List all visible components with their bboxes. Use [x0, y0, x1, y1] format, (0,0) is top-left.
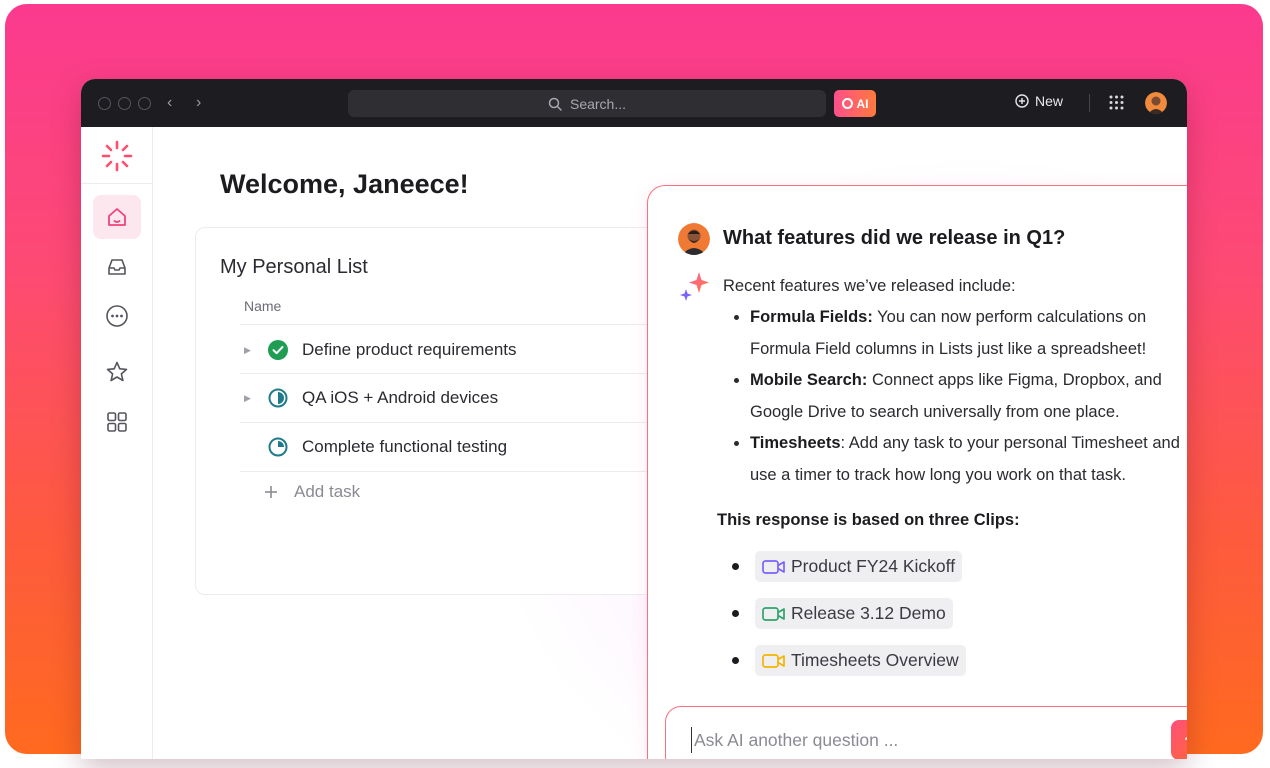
ai-sparkle-icon [680, 272, 709, 301]
sidebar [81, 127, 153, 759]
task-label[interactable]: QA iOS + Android devices [302, 388, 498, 408]
window-close-button[interactable] [98, 97, 111, 110]
clip-chip-product-kickoff[interactable]: Product FY24 Kickoff [755, 551, 963, 582]
feature-item: Mobile Search: Connect apps like Figma, … [730, 365, 1187, 428]
task-row[interactable]: ▶ Define product requirements [240, 326, 676, 374]
sidebar-separator [81, 183, 153, 184]
task-label[interactable]: Complete functional testing [302, 437, 507, 457]
clip-item: Timesheets Overview [732, 645, 966, 676]
bullet-dot [732, 563, 739, 570]
bullet-dot [732, 610, 739, 617]
list-title: My Personal List [220, 256, 368, 278]
add-task-label: Add task [294, 482, 361, 501]
main-content: Welcome, Janeece! My Personal List Name … [153, 127, 1187, 759]
ai-chat-panel: What features did we release in Q1? Rece… [647, 185, 1187, 759]
video-clip-icon [762, 653, 785, 668]
new-button[interactable]: New [1015, 93, 1063, 109]
task-row[interactable]: Complete functional testing [240, 423, 676, 471]
feature-item: Timesheets: Add any task to your persona… [730, 428, 1187, 491]
titlebar-divider [1089, 94, 1090, 112]
search-bar[interactable]: Search... [348, 90, 826, 117]
feature-list: Formula Fields: You can now perform calc… [730, 302, 1187, 491]
arrow-up-icon [1185, 736, 1187, 740]
ask-ai-input[interactable] [691, 727, 1151, 753]
expand-caret-icon[interactable]: ▶ [244, 345, 258, 356]
status-in-progress-icon[interactable] [268, 437, 288, 457]
user-avatar-small[interactable] [1145, 92, 1167, 114]
apps-grid-icon[interactable] [1109, 95, 1124, 110]
video-clip-icon [762, 606, 785, 621]
row-divider [240, 324, 676, 325]
bullet-dot [732, 657, 739, 664]
clips-heading: This response is based on three Clips: [717, 511, 1020, 529]
home-icon [108, 208, 126, 226]
new-label: New [1035, 93, 1064, 109]
title-bar: ‹ › Search... AI New [81, 79, 1187, 127]
sidebar-item-favorites[interactable] [93, 350, 141, 394]
ask-ai-box [665, 706, 1187, 759]
sidebar-item-inbox[interactable] [93, 245, 141, 289]
status-complete-icon[interactable] [268, 340, 288, 360]
grid-icon [107, 412, 127, 432]
video-clip-icon [762, 559, 785, 574]
feature-title: Mobile Search: [750, 371, 868, 389]
column-header-name[interactable]: Name [244, 298, 281, 314]
search-placeholder: Search... [569, 95, 627, 112]
user-question: What features did we release in Q1? [723, 227, 1066, 249]
welcome-heading: Welcome, Janeece! [220, 169, 469, 199]
task-row[interactable]: ▶ QA iOS + Android devices [240, 374, 676, 422]
user-avatar [678, 223, 710, 255]
sidebar-item-home[interactable] [93, 195, 141, 239]
clip-item: Product FY24 Kickoff [732, 551, 963, 582]
ai-intro: Recent features we’ve released include: [723, 277, 1016, 295]
window-maximize-button[interactable] [138, 97, 151, 110]
forward-arrow-icon[interactable]: › [196, 93, 201, 113]
task-label[interactable]: Define product requirements [302, 340, 517, 360]
back-arrow-icon[interactable]: ‹ [167, 93, 172, 113]
ai-logo-icon [841, 98, 853, 109]
sidebar-item-more[interactable] [93, 294, 141, 338]
send-button[interactable] [1171, 720, 1187, 759]
ai-label: AI [856, 96, 869, 111]
clip-label: Product FY24 Kickoff [791, 556, 956, 576]
feature-title: Formula Fields: [750, 308, 873, 326]
feature-item: Formula Fields: You can now perform calc… [730, 302, 1187, 365]
plus-circle-icon [1015, 94, 1029, 108]
more-dots-icon [106, 305, 128, 327]
sidebar-item-spaces[interactable] [93, 400, 141, 444]
plus-icon [265, 486, 277, 498]
feature-title: Timesheets [750, 434, 841, 452]
personal-list-card: My Personal List Name ▶ Define product r… [195, 227, 676, 595]
clip-label: Timesheets Overview [791, 650, 959, 670]
app-window: ‹ › Search... AI New Welcome, Janeece! M… [81, 79, 1187, 759]
clip-chip-timesheets-overview[interactable]: Timesheets Overview [755, 645, 966, 676]
search-icon [548, 97, 562, 111]
app-logo-icon [101, 140, 133, 172]
ai-button[interactable]: AI [834, 90, 876, 117]
inbox-icon [108, 259, 126, 275]
clip-item: Release 3.12 Demo [732, 598, 953, 629]
clip-label: Release 3.12 Demo [791, 603, 946, 623]
star-icon [106, 361, 128, 382]
status-in-progress-icon[interactable] [268, 388, 288, 408]
window-minimize-button[interactable] [118, 97, 131, 110]
expand-caret-icon[interactable]: ▶ [244, 393, 258, 404]
clip-chip-release-demo[interactable]: Release 3.12 Demo [755, 598, 953, 629]
row-divider [240, 471, 676, 472]
add-task-button[interactable]: Add task [264, 482, 360, 502]
